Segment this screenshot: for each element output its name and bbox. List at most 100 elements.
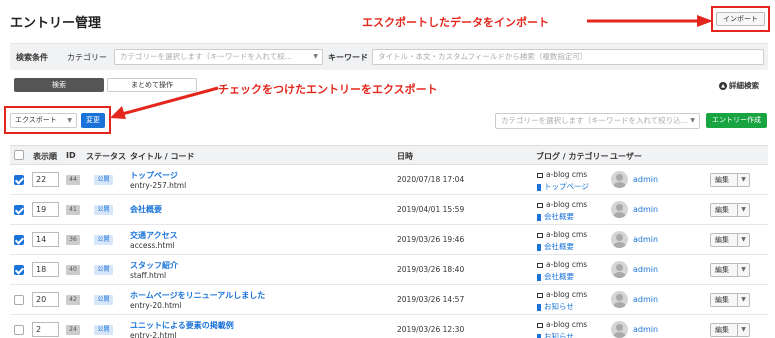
row-checkbox[interactable]: [14, 265, 24, 275]
category-link[interactable]: 会社概要: [537, 211, 574, 222]
category-link[interactable]: 会社概要: [537, 271, 574, 282]
chevron-down-icon[interactable]: ▼: [737, 234, 749, 246]
user-link[interactable]: admin: [633, 265, 658, 274]
edit-button[interactable]: 編集 ▼: [710, 203, 750, 217]
user-link[interactable]: admin: [633, 205, 658, 214]
edit-label: 編集: [715, 176, 729, 184]
status-badge: 公開: [94, 325, 113, 335]
order-input[interactable]: 18: [32, 262, 59, 277]
chevron-down-icon[interactable]: ▼: [737, 204, 749, 216]
table-row: 20 42 公開 ホームページをリニューアルしました entry-20.html…: [10, 285, 768, 315]
select-all-checkbox[interactable]: [14, 150, 24, 160]
advanced-search-link[interactable]: ▲ 詳細検索: [719, 80, 759, 91]
create-entry-button[interactable]: エントリー作成: [706, 113, 767, 128]
user-link[interactable]: admin: [633, 175, 658, 184]
status-badge: 公開: [94, 265, 113, 275]
entry-id-badge: 40: [66, 265, 80, 275]
table-row: 18 40 公開 スタッフ紹介 staff.html 2019/03/26 18…: [10, 255, 768, 285]
col-status: ステータス: [86, 152, 126, 161]
col-user: ユーザー: [610, 152, 642, 161]
entry-date: 2019/03/26 12:30: [397, 325, 465, 334]
entry-id-badge: 42: [66, 295, 80, 305]
category-icon: [537, 213, 541, 221]
order-input[interactable]: 14: [32, 232, 59, 247]
entry-title-link[interactable]: 交通アクセス: [130, 230, 178, 241]
blog-icon: [537, 172, 543, 178]
edit-button[interactable]: 編集 ▼: [710, 263, 750, 277]
entry-id-badge: 36: [66, 235, 80, 245]
entry-date: 2019/03/26 19:46: [397, 235, 465, 244]
blog-name-text: a-blog cms: [546, 290, 588, 299]
category-icon: [537, 183, 541, 191]
blog-name-text: a-blog cms: [546, 230, 588, 239]
row-checkbox[interactable]: [14, 175, 24, 185]
advanced-search-label: 詳細検索: [729, 81, 759, 90]
import-button[interactable]: インポート: [716, 12, 765, 26]
edit-label: 編集: [715, 236, 729, 244]
blog-name: a-blog cms: [537, 290, 587, 299]
avatar: [611, 291, 628, 308]
user-link[interactable]: admin: [633, 295, 658, 304]
col-id: ID: [66, 151, 76, 160]
entry-title-link[interactable]: ホームページをリニューアルしました: [130, 290, 265, 301]
entry-title-link[interactable]: ユニットによる要素の掲載例: [130, 320, 234, 331]
keyword-input[interactable]: タイトル・本文・カスタムフィールドから検索（複数指定可）: [372, 49, 764, 65]
category-link[interactable]: 会社概要: [537, 241, 574, 252]
edit-button[interactable]: 編集 ▼: [710, 293, 750, 307]
import-annotation-arrow: [587, 15, 713, 27]
edit-button[interactable]: 編集 ▼: [710, 323, 750, 337]
avatar: [611, 321, 628, 338]
chevron-down-icon[interactable]: ▼: [737, 264, 749, 276]
chevron-down-icon[interactable]: ▼: [737, 324, 749, 336]
table-row: 2 24 公開 ユニットによる要素の掲載例 entry-2.html 2019/…: [10, 315, 768, 338]
keyword-label: キーワード: [328, 53, 368, 62]
user-link[interactable]: admin: [633, 325, 658, 334]
category-select-placeholder: カテゴリーを選択します（キーワードを入れて絞...: [120, 52, 292, 61]
chevron-down-icon[interactable]: ▼: [737, 174, 749, 186]
status-badge: 公開: [94, 295, 113, 305]
bulk-apply-button[interactable]: 変更: [81, 113, 105, 128]
category-link[interactable]: お知らせ: [537, 301, 574, 312]
entry-title-link[interactable]: スタッフ紹介: [130, 260, 178, 271]
col-date: 日時: [397, 152, 413, 161]
user-link[interactable]: admin: [633, 235, 658, 244]
row-checkbox[interactable]: [14, 325, 24, 335]
edit-label: 編集: [715, 326, 729, 334]
entry-title-link[interactable]: 会社概要: [130, 204, 162, 215]
entry-title-link[interactable]: トップページ: [130, 170, 178, 181]
row-checkbox[interactable]: [14, 235, 24, 245]
status-badge: 公開: [94, 175, 113, 185]
import-highlight: インポート: [711, 6, 770, 32]
category-link-text: 会社概要: [544, 242, 574, 251]
category-link[interactable]: トップページ: [537, 181, 589, 192]
blog-name-text: a-blog cms: [546, 320, 588, 329]
edit-button[interactable]: 編集 ▼: [710, 173, 750, 187]
chevron-down-icon: ▼: [313, 53, 318, 60]
category-label: カテゴリー: [67, 53, 107, 62]
edit-label: 編集: [715, 296, 729, 304]
table-row: 14 36 公開 交通アクセス access.html 2019/03/26 1…: [10, 225, 768, 255]
bulk-action-value: エクスポート: [15, 116, 57, 124]
order-input[interactable]: 19: [32, 202, 59, 217]
blog-name-text: a-blog cms: [546, 260, 588, 269]
category-icon: [537, 273, 541, 281]
edit-label: 編集: [715, 206, 729, 214]
category-select[interactable]: カテゴリーを選択します（キーワードを入れて絞... ▼: [114, 49, 323, 65]
entry-date: 2020/07/18 17:04: [397, 175, 465, 184]
order-input[interactable]: 2: [32, 322, 59, 337]
avatar: [611, 231, 628, 248]
bulk-action-select[interactable]: エクスポート ▼: [10, 113, 77, 128]
blog-name-text: a-blog cms: [546, 200, 588, 209]
blog-name: a-blog cms: [537, 170, 587, 179]
order-input[interactable]: 20: [32, 292, 59, 307]
row-checkbox[interactable]: [14, 295, 24, 305]
tab-search[interactable]: 検索: [14, 78, 104, 92]
chevron-down-icon[interactable]: ▼: [737, 294, 749, 306]
edit-button[interactable]: 編集 ▼: [710, 233, 750, 247]
category-link[interactable]: お知らせ: [537, 331, 574, 338]
category-filter-select[interactable]: カテゴリーを選択します（キーワードを入れて絞り込... ▼: [495, 113, 700, 129]
table-header: 表示順 ID ステータス タイトル / コード 日時 ブログ / カテゴリー ユ…: [10, 145, 768, 165]
row-checkbox[interactable]: [14, 205, 24, 215]
order-input[interactable]: 22: [32, 172, 59, 187]
blog-icon: [537, 262, 543, 268]
